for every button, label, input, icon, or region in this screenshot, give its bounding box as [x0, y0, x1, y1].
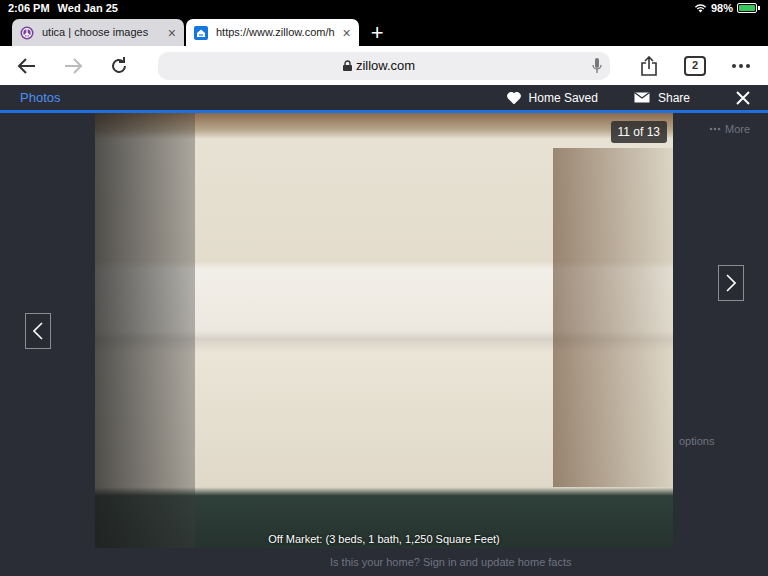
- share-icon: [641, 56, 657, 76]
- chevron-left-icon: [33, 322, 43, 340]
- viewer-body: 11 of 13 Off Market: (3 beds, 1 bath, 1,…: [0, 113, 768, 548]
- date: Wed Jan 25: [58, 0, 118, 16]
- kitchen-photo: 11 of 13 Off Market: (3 beds, 1 bath, 1,…: [95, 113, 673, 548]
- reload-icon: [109, 56, 129, 76]
- wifi-icon: [694, 3, 707, 13]
- more-button[interactable]: [726, 51, 756, 81]
- next-button[interactable]: [718, 265, 744, 301]
- tab-title: utica | choose images: [42, 24, 160, 41]
- tab-bar: utica | choose images×https://www.zillow…: [0, 16, 768, 46]
- more-dots-icon: [731, 63, 751, 69]
- close-button[interactable]: [736, 89, 750, 107]
- forward-arrow-icon: [63, 57, 83, 75]
- browser-tab[interactable]: utica | choose images ×: [12, 19, 184, 46]
- tab-close-button[interactable]: ×: [343, 26, 351, 40]
- microphone-icon[interactable]: [592, 58, 602, 74]
- share-button[interactable]: [634, 51, 664, 81]
- reload-button[interactable]: [104, 51, 134, 81]
- back-arrow-icon: [17, 57, 37, 75]
- battery-fill: [739, 5, 755, 11]
- back-button[interactable]: [12, 51, 42, 81]
- tab-title: https://www.zillow.com/h: [216, 24, 335, 41]
- photo-caption: Off Market: (3 beds, 1 bath, 1,250 Squar…: [95, 531, 673, 548]
- previous-button[interactable]: [25, 313, 51, 349]
- saved-label: Home Saved: [529, 89, 598, 107]
- share-link[interactable]: Share: [634, 89, 690, 107]
- more-label: More: [725, 121, 750, 138]
- viewer-header: Photos Home Saved Share: [0, 85, 768, 110]
- new-tab-button[interactable]: +: [361, 22, 394, 46]
- background-footer-text: Is this your home? Sign in and update ho…: [330, 554, 572, 571]
- close-x-icon: [736, 91, 750, 105]
- toolbar: zillow.com 2: [0, 46, 768, 85]
- address-bar[interactable]: zillow.com: [158, 52, 610, 80]
- tab-count: 2: [684, 56, 706, 76]
- lock-icon: [343, 60, 352, 71]
- envelope-icon: [634, 92, 650, 103]
- photo-viewer: Photos Home Saved Share 11 of 13 Off Mar…: [0, 85, 768, 576]
- photo-counter: 11 of 13: [611, 121, 667, 143]
- background-options-link: options: [679, 435, 714, 447]
- battery-percent: 98%: [711, 0, 733, 16]
- status-bar: 2:06 PM Wed Jan 25 98%: [0, 0, 768, 16]
- clock: 2:06 PM: [8, 0, 50, 16]
- battery-icon: [737, 3, 760, 13]
- heart-icon: [507, 92, 521, 104]
- chevron-right-icon: [726, 274, 736, 292]
- background-more-menu: More: [673, 113, 768, 138]
- tab-overview-button[interactable]: 2: [680, 51, 710, 81]
- photos-link[interactable]: Photos: [20, 88, 60, 108]
- url-text: zillow.com: [356, 56, 415, 76]
- peace-sign-icon: [20, 26, 34, 40]
- tab-close-button[interactable]: ×: [168, 26, 176, 40]
- save-button[interactable]: Home Saved: [507, 89, 598, 107]
- dots-icon: [709, 127, 721, 131]
- browser-tab[interactable]: https://www.zillow.com/h ×: [186, 19, 359, 46]
- share-label: Share: [658, 89, 690, 107]
- forward-button[interactable]: [58, 51, 88, 81]
- zillow-logo-icon: [194, 26, 208, 40]
